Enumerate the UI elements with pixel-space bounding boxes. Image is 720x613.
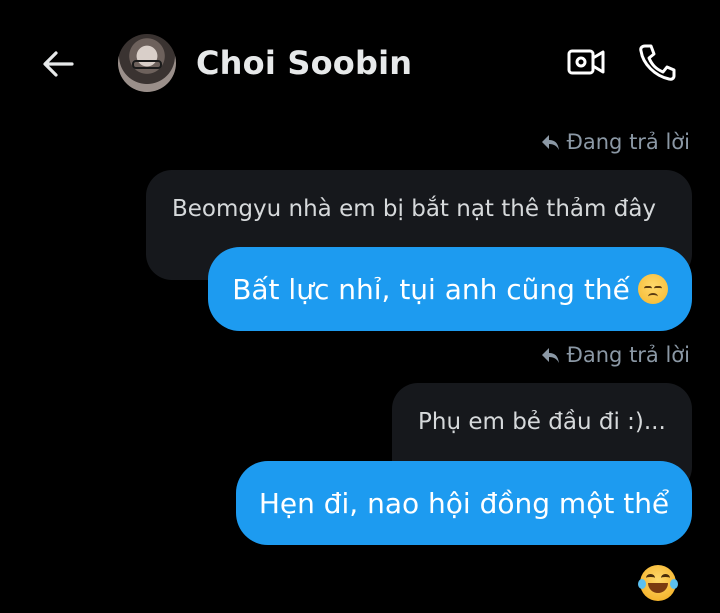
phone-call-icon[interactable] [636,42,678,82]
tears-of-joy-icon[interactable] [638,565,678,601]
avatar[interactable] [118,34,176,92]
reply-icon [541,135,559,150]
chat-header: Choi Soobin [0,0,720,130]
video-call-icon[interactable] [566,44,606,80]
message-text: Hẹn đi, nao hội đồng một thể [258,486,670,520]
quoted-text: Phụ em bẻ đầu đi :)... [418,409,666,435]
quoted-text: Beomgyu nhà em bị bắt nạt thê thảm đây [172,196,657,222]
replying-indicator: Đang trả lời [539,130,690,154]
reply-icon [541,348,559,363]
reply-label: Đang trả lời [566,343,690,367]
disappointed-face-icon [637,274,668,304]
message-text: Bất lực nhỉ, tụi anh cũng thế [232,272,630,306]
contact-name[interactable]: Choi Soobin [196,44,412,82]
replying-indicator: Đang trả lời [539,343,690,367]
arrow-left-icon[interactable] [38,44,78,84]
reply-label: Đang trả lời [566,130,690,154]
message-bubble[interactable]: Hẹn đi, nao hội đồng một thể [236,461,692,545]
message-bubble[interactable]: Bất lực nhỉ, tụi anh cũng thế [208,247,692,331]
